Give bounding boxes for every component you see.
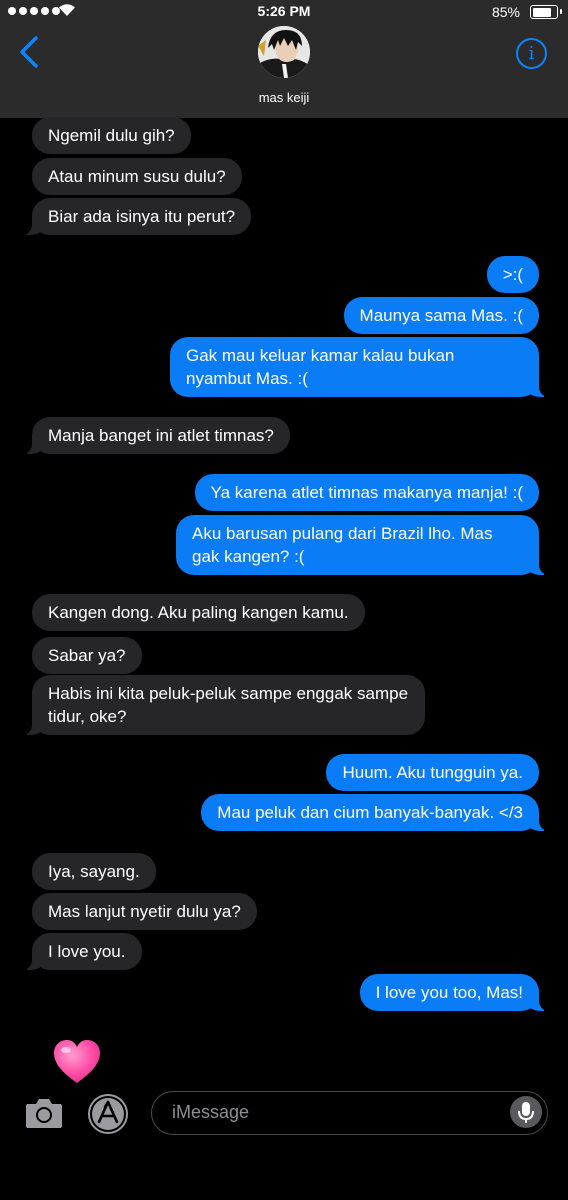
message-received[interactable]: Ngemil dulu gih?: [32, 117, 191, 154]
message-text: Ngemil dulu gih?: [48, 126, 175, 145]
message-received[interactable]: Atau minum susu dulu?: [32, 158, 242, 195]
chevron-left-icon[interactable]: [12, 34, 48, 70]
message-text: Gak mau keluar kamar kalau bukan nyambut…: [186, 346, 455, 388]
avatar[interactable]: [258, 26, 310, 78]
message-received[interactable]: Mas lanjut nyetir dulu ya?: [32, 893, 257, 930]
message-received[interactable]: Iya, sayang.: [32, 853, 156, 890]
message-received[interactable]: I love you.: [18, 933, 142, 970]
message-sent[interactable]: Aku barusan pulang dari Brazil lho. Mas …: [176, 515, 553, 575]
avatar-image: [258, 26, 310, 78]
message-text: Biar ada isinya itu perut?: [48, 207, 236, 226]
message-text: Ya karena atlet timnas makanya manja! :(: [210, 483, 523, 502]
message-text: Manja banget ini atlet timnas?: [48, 426, 274, 445]
microphone-glyph: [518, 1102, 534, 1123]
message-text: Kangen dong. Aku paling kangen kamu.: [48, 603, 349, 622]
message-received[interactable]: Habis ini kita peluk-peluk sampe enggak …: [18, 675, 425, 735]
message-sent[interactable]: Maunya sama Mas. :(: [343, 297, 539, 334]
battery-percent: 85%: [491, 4, 520, 20]
message-text: >:(: [502, 265, 523, 284]
battery-fill: [532, 7, 552, 17]
message-text: Maunya sama Mas. :(: [359, 306, 523, 325]
message-sent[interactable]: Gak mau keluar kamar kalau bukan nyambut…: [170, 337, 553, 397]
battery-icon: [530, 5, 562, 19]
microphone-icon[interactable]: [510, 1096, 542, 1128]
message-text: Atau minum susu dulu?: [48, 167, 226, 186]
message-input[interactable]: iMessage: [151, 1091, 548, 1135]
message-sent[interactable]: Huum. Aku tungguin ya.: [326, 754, 539, 791]
info-icon[interactable]: i: [516, 38, 547, 69]
message-input-placeholder: iMessage: [172, 1102, 250, 1122]
message-sent[interactable]: I love you too, Mas!: [359, 974, 554, 1011]
message-sent[interactable]: Mau peluk dan cium banyak-banyak. </3: [201, 794, 553, 831]
heart-icon[interactable]: [52, 1038, 102, 1086]
message-text: I love you too, Mas!: [375, 983, 523, 1002]
message-text: I love you.: [48, 942, 126, 961]
message-sent[interactable]: Ya karena atlet timnas makanya manja! :(: [194, 474, 539, 511]
message-text: Habis ini kita peluk-peluk sampe enggak …: [48, 684, 409, 726]
message-text: Mas lanjut nyetir dulu ya?: [48, 902, 241, 921]
message-sent[interactable]: >:(: [486, 256, 539, 293]
message-text: Iya, sayang.: [48, 862, 140, 881]
contact-name[interactable]: mas keiji: [0, 90, 568, 105]
camera-icon[interactable]: [24, 1094, 64, 1132]
status-time: 5:26 PM: [257, 3, 311, 19]
message-text: Sabar ya?: [48, 646, 126, 665]
message-text: Huum. Aku tungguin ya.: [342, 763, 523, 782]
message-text: Aku barusan pulang dari Brazil lho. Mas …: [192, 524, 493, 566]
message-text: Mau peluk dan cium banyak-banyak. </3: [217, 803, 523, 822]
message-received[interactable]: Sabar ya?: [32, 637, 142, 674]
message-received[interactable]: Kangen dong. Aku paling kangen kamu.: [32, 594, 365, 631]
conversation-header: mas keiji i: [0, 24, 568, 118]
status-bar: 5:26 PM 85%: [0, 0, 568, 24]
app-store-icon[interactable]: [86, 1094, 130, 1134]
message-received[interactable]: Manja banget ini atlet timnas?: [18, 417, 290, 454]
message-received[interactable]: Biar ada isinya itu perut?: [17, 198, 252, 235]
